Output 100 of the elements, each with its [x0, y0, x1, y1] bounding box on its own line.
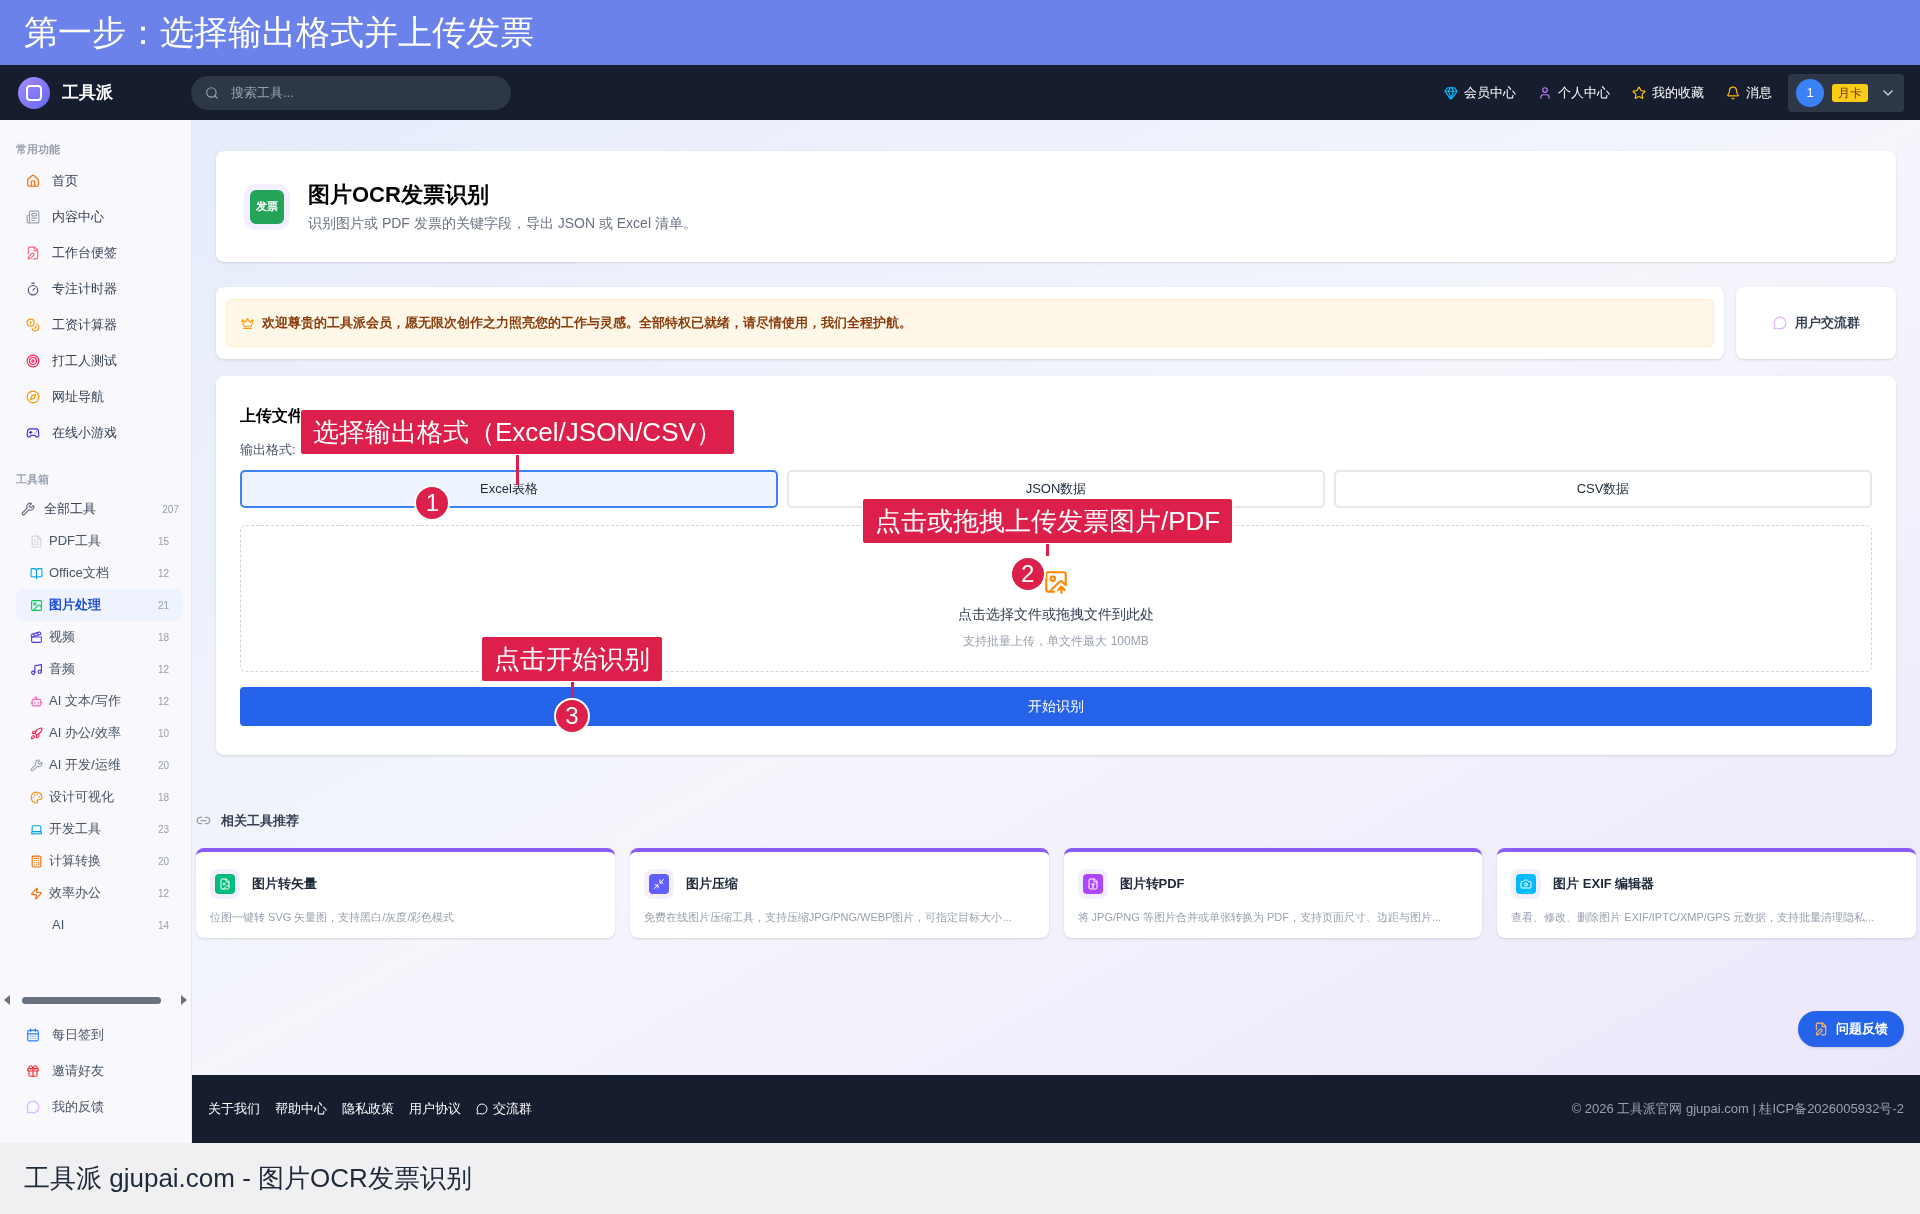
compass-icon	[26, 389, 40, 404]
tool-card[interactable]: 图片转PDF 将 JPG/PNG 等图片合并或单张转换为 PDF，支持页面尺寸、边距与图片...	[1063, 847, 1483, 938]
sidebar-item[interactable]: 设计可视化 18	[16, 781, 183, 813]
sidebar-item[interactable]: 每日签到	[26, 1017, 191, 1053]
sidebar-item[interactable]: 开发工具 23	[16, 813, 183, 845]
image-upload-icon	[1043, 568, 1069, 595]
nav-link[interactable]: 消息	[1726, 82, 1772, 103]
leader-line	[515, 455, 519, 485]
banner-title: 第一步：选择输出格式并上传发票	[24, 12, 534, 53]
logo-icon	[18, 76, 50, 109]
item-count: 18	[157, 790, 169, 805]
star-icon	[1632, 85, 1646, 100]
user-menu-button[interactable]: 1 月卡	[1788, 73, 1904, 112]
nav-link[interactable]: 会员中心	[1444, 82, 1516, 103]
callout-label: 选择输出格式（Excel/JSON/CSV）	[300, 409, 735, 455]
gift-icon	[26, 1064, 40, 1078]
format-option[interactable]: CSV数据	[1334, 469, 1872, 508]
nav-link[interactable]: 个人中心	[1538, 82, 1610, 103]
sidebar-item[interactable]: 计算转换 20	[16, 845, 183, 877]
copyright-text: © 2026 工具派官网 gjupai.com | 桂ICP备2026005932号-2	[1571, 1100, 1904, 1119]
tool-description: 将 JPG/PNG 等图片合并或单张转换为 PDF，支持页面尺寸、边距与图片...	[1077, 909, 1443, 925]
item-count: 10	[157, 726, 169, 741]
section-title: 相关工具推荐	[221, 812, 299, 830]
tool-title: 图片转矢量	[252, 874, 317, 893]
invoice-icon: 发票	[250, 189, 284, 224]
feedback-button[interactable]: 问题反馈	[1798, 1011, 1904, 1047]
footer-link[interactable]: 帮助中心	[275, 1099, 327, 1119]
nav-link[interactable]: 我的收藏	[1632, 82, 1704, 103]
tool-icon	[1511, 868, 1542, 899]
tool-title: 图片压缩	[685, 874, 738, 893]
sidebar-item[interactable]: 在线小游戏	[16, 414, 183, 451]
sidebar-item[interactable]: 效率办公 12	[16, 877, 183, 909]
item-count: 12	[157, 694, 169, 709]
logo-text[interactable]: 工具派	[62, 79, 113, 106]
item-count: 14	[157, 918, 169, 933]
picture-icon	[30, 598, 43, 612]
tool-icon	[210, 868, 240, 899]
field-label: 输出格式:	[240, 441, 297, 459]
document-icon	[30, 534, 43, 548]
sidebar-item[interactable]: 首页	[16, 162, 183, 199]
sidebar-item[interactable]: AI 14	[16, 909, 183, 941]
item-count: 18	[157, 630, 169, 645]
sidebar-item[interactable]: 邀请好友	[26, 1053, 191, 1089]
tool-card[interactable]: 图片转矢量 位图一键转 SVG 矢量图，支持黑白/灰度/彩色模式	[196, 847, 615, 938]
clapperboard-icon	[30, 630, 43, 644]
tool-description: 免费在线图片压缩工具，支持压缩JPG/PNG/WEBP图片，可指定目标大小...	[643, 909, 1013, 925]
sidebar-item[interactable]: 专注计时器	[16, 270, 183, 307]
sidebar-item[interactable]: PDF工具 15	[16, 525, 183, 557]
stopwatch-icon	[26, 281, 40, 296]
tool-card[interactable]: 图片压缩 免费在线图片压缩工具，支持压缩JPG/PNG/WEBP图片，可指定目标大小...	[629, 847, 1049, 938]
sidebar-item[interactable]: Office文档 12	[16, 557, 183, 589]
rocket-icon	[30, 726, 43, 740]
note-icon	[26, 245, 40, 260]
robot-icon	[30, 694, 43, 708]
community-button[interactable]: 用户交流群	[1736, 287, 1896, 359]
item-count: 15	[157, 534, 169, 549]
item-count: 12	[157, 566, 169, 581]
gamepad-icon	[26, 425, 40, 440]
tool-title: 图片转PDF	[1119, 874, 1185, 893]
user-icon	[1538, 85, 1552, 100]
calendar-icon	[26, 1028, 40, 1042]
sidebar-item[interactable]: AI 办公/效率 10	[16, 717, 183, 749]
item-count: 23	[157, 822, 169, 837]
footer-link[interactable]: 关于我们	[208, 1099, 260, 1119]
sidebar-item[interactable]: 内容中心	[16, 198, 183, 235]
dropzone-hint: 支持批量上传，单文件最大 100MB	[963, 632, 1149, 650]
speech-bubble-icon	[1772, 316, 1787, 330]
footer-link[interactable]: 交流群	[476, 1099, 532, 1119]
footer-link[interactable]: 隐私政策	[342, 1099, 394, 1119]
sidebar-item[interactable]: AI 文本/写作 12	[16, 685, 183, 717]
sidebar-item[interactable]: 音频 12	[16, 653, 183, 685]
tool-icon	[643, 868, 674, 899]
sidebar-item[interactable]: 打工人测试	[16, 342, 183, 379]
tools-icon	[21, 502, 35, 516]
wrench-icon	[30, 758, 43, 772]
lightning-icon	[30, 886, 43, 900]
tool-card[interactable]: 图片 EXIF 编辑器 查看、修改、删除图片 EXIF/IPTC/XMP/GPS 元数据，支持批量清理隐私...	[1497, 847, 1916, 938]
page-subtitle: 识别图片或 PDF 发票的关键字段，导出 JSON 或 Excel 清单。	[308, 215, 697, 230]
sidebar-item[interactable]: 网址导航	[16, 378, 183, 415]
sidebar-item[interactable]: 工资计算器	[16, 306, 183, 343]
sidebar-item[interactable]: AI 开发/运维 20	[16, 749, 183, 781]
speech-bubble-icon	[476, 1103, 488, 1115]
footer-link[interactable]: 用户协议	[409, 1099, 461, 1119]
membership-badge: 月卡	[1832, 83, 1868, 102]
item-count: 12	[157, 662, 169, 677]
sidebar-item[interactable]: 我的反馈	[26, 1089, 191, 1125]
sidebar-item[interactable]: 全部工具 207	[16, 493, 183, 525]
gem-icon	[1444, 85, 1458, 100]
sidebar-item[interactable]: 视频 18	[16, 621, 183, 653]
book-icon	[30, 566, 43, 580]
callout-label: 点击或拖拽上传发票图片/PDF	[862, 498, 1234, 544]
item-count: 12	[157, 886, 169, 901]
item-count: 21	[157, 598, 169, 613]
palette-icon	[30, 790, 43, 804]
item-count: 20	[157, 854, 169, 869]
search-icon	[205, 85, 219, 100]
sidebar-item[interactable]: 工作台便签	[16, 234, 183, 271]
sidebar-item[interactable]: 图片处理 21	[16, 589, 183, 621]
search-field[interactable]: 搜索工具...	[191, 75, 511, 110]
newspaper-icon	[26, 209, 40, 224]
